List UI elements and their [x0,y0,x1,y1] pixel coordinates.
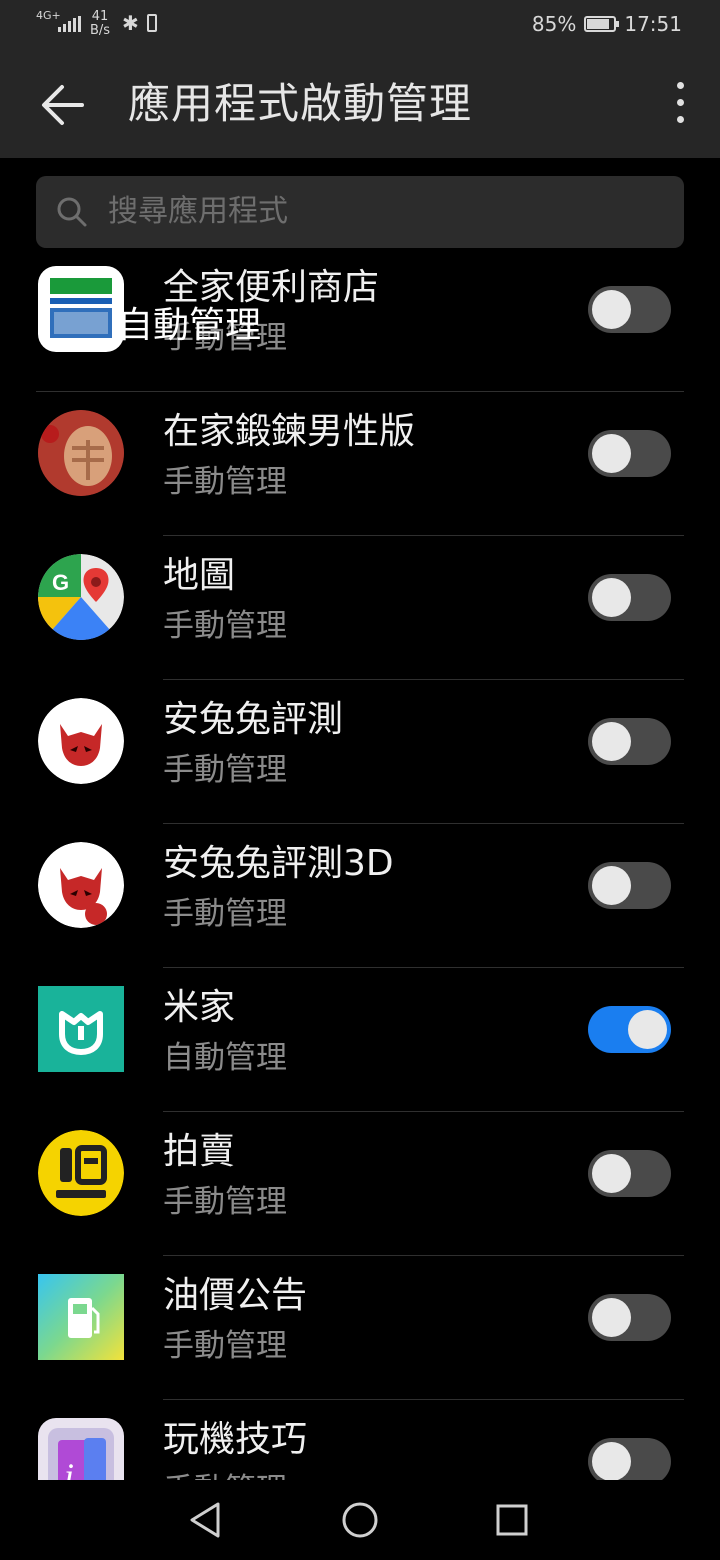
antutu-3d-icon [38,842,124,928]
app-status: 自動管理 [163,1040,287,1076]
search-icon [57,197,87,227]
app-status: 手動管理 [163,896,287,932]
app-toggle[interactable] [588,1006,671,1053]
bodybuilding-icon [38,410,124,496]
list-item: 安兔兔評測3D 手動管理 [0,824,720,968]
app-name: 拍賣 [163,1131,236,1172]
app-name: 油價公告 [163,1275,308,1316]
app-toggle[interactable] [588,574,671,621]
bluetooth-icon: ✱ [122,11,139,35]
app-status: 手動管理 [163,608,287,644]
list-item: 米家 自動管理 [0,968,720,1112]
vibrate-icon [146,14,157,32]
app-name: 米家 [163,987,236,1028]
app-status: 手動管理 [163,1184,287,1220]
clock: 17:51 [624,12,682,36]
google-maps-icon: G [38,554,124,640]
square-recents-icon [496,1504,528,1536]
app-toggle[interactable] [588,286,671,333]
list-item: i 玩機技巧 手動管理 [0,1400,720,1480]
app-list: 全家便利商店 手動管理 在家鍛鍊男性版 手動管理 G 地圖 手動管理 安兔兔評測… [0,248,720,1480]
app-status: 手動管理 [163,464,287,500]
overlay-status-label: 自動管理 [117,305,262,346]
battery-icon [584,16,620,32]
app-toggle[interactable] [588,1438,671,1480]
app-name: 安兔兔評測 [163,699,344,740]
back-button[interactable] [38,78,88,132]
speed-value: 41 [91,9,109,24]
list-item: 全家便利商店 手動管理 [0,248,720,392]
list-item: 油價公告 手動管理 [0,1256,720,1400]
list-item: 拍賣 手動管理 [0,1112,720,1256]
yahoo-auction-icon [38,1130,124,1216]
nav-home-button[interactable] [338,1498,382,1542]
antutu-icon [38,698,124,784]
more-vertical-icon [670,82,690,123]
speed-unit: B/s [89,23,111,38]
app-toggle[interactable] [588,862,671,909]
page-title: 應用程式啟動管理 [128,79,473,128]
status-right: 85% 17:51 [532,12,682,36]
app-name: 在家鍛鍊男性版 [163,411,416,452]
app-status: 手動管理 [163,752,287,788]
app-bar: 應用程式啟動管理 [0,52,720,158]
arrow-left-icon [42,85,84,125]
familymart-icon [38,266,124,352]
app-name: 地圖 [163,555,236,596]
status-left: 4G+ 41 B/s ✱ [36,10,157,38]
app-toggle[interactable] [588,1294,671,1341]
app-toggle[interactable] [588,430,671,477]
search-bar[interactable]: 搜尋應用程式 [36,176,684,248]
app-name: 玩機技巧 [163,1419,308,1460]
circle-home-icon [342,1502,378,1538]
nav-back-button[interactable] [184,1498,228,1542]
more-options-button[interactable] [670,76,690,132]
search-input[interactable]: 搜尋應用程式 [108,190,288,234]
nav-recents-button[interactable] [490,1498,534,1542]
navigation-bar [0,1480,720,1560]
app-status: 手動管理 [163,1328,287,1364]
app-toggle[interactable] [588,718,671,765]
list-item: 在家鍛鍊男性版 手動管理 [0,392,720,536]
mijia-icon [38,986,124,1072]
list-item: 安兔兔評測 手動管理 [0,680,720,824]
svg-text:G: G [52,570,69,595]
list-item: G 地圖 手動管理 [0,536,720,680]
battery-percent: 85% [531,12,577,36]
svg-text:i: i [64,1456,74,1480]
app-toggle[interactable] [588,1150,671,1197]
app-name: 安兔兔評測3D [163,843,394,884]
triangle-back-icon [190,1502,220,1538]
network-speed: 41 B/s [86,10,114,38]
fuel-price-icon [38,1274,124,1360]
signal-icon: 4G+ [36,10,81,38]
status-bar: 4G+ 41 B/s ✱ 85% 17:51 [0,0,720,52]
app-status: 手動管理 [163,1468,287,1480]
tips-icon: i [38,1418,124,1480]
